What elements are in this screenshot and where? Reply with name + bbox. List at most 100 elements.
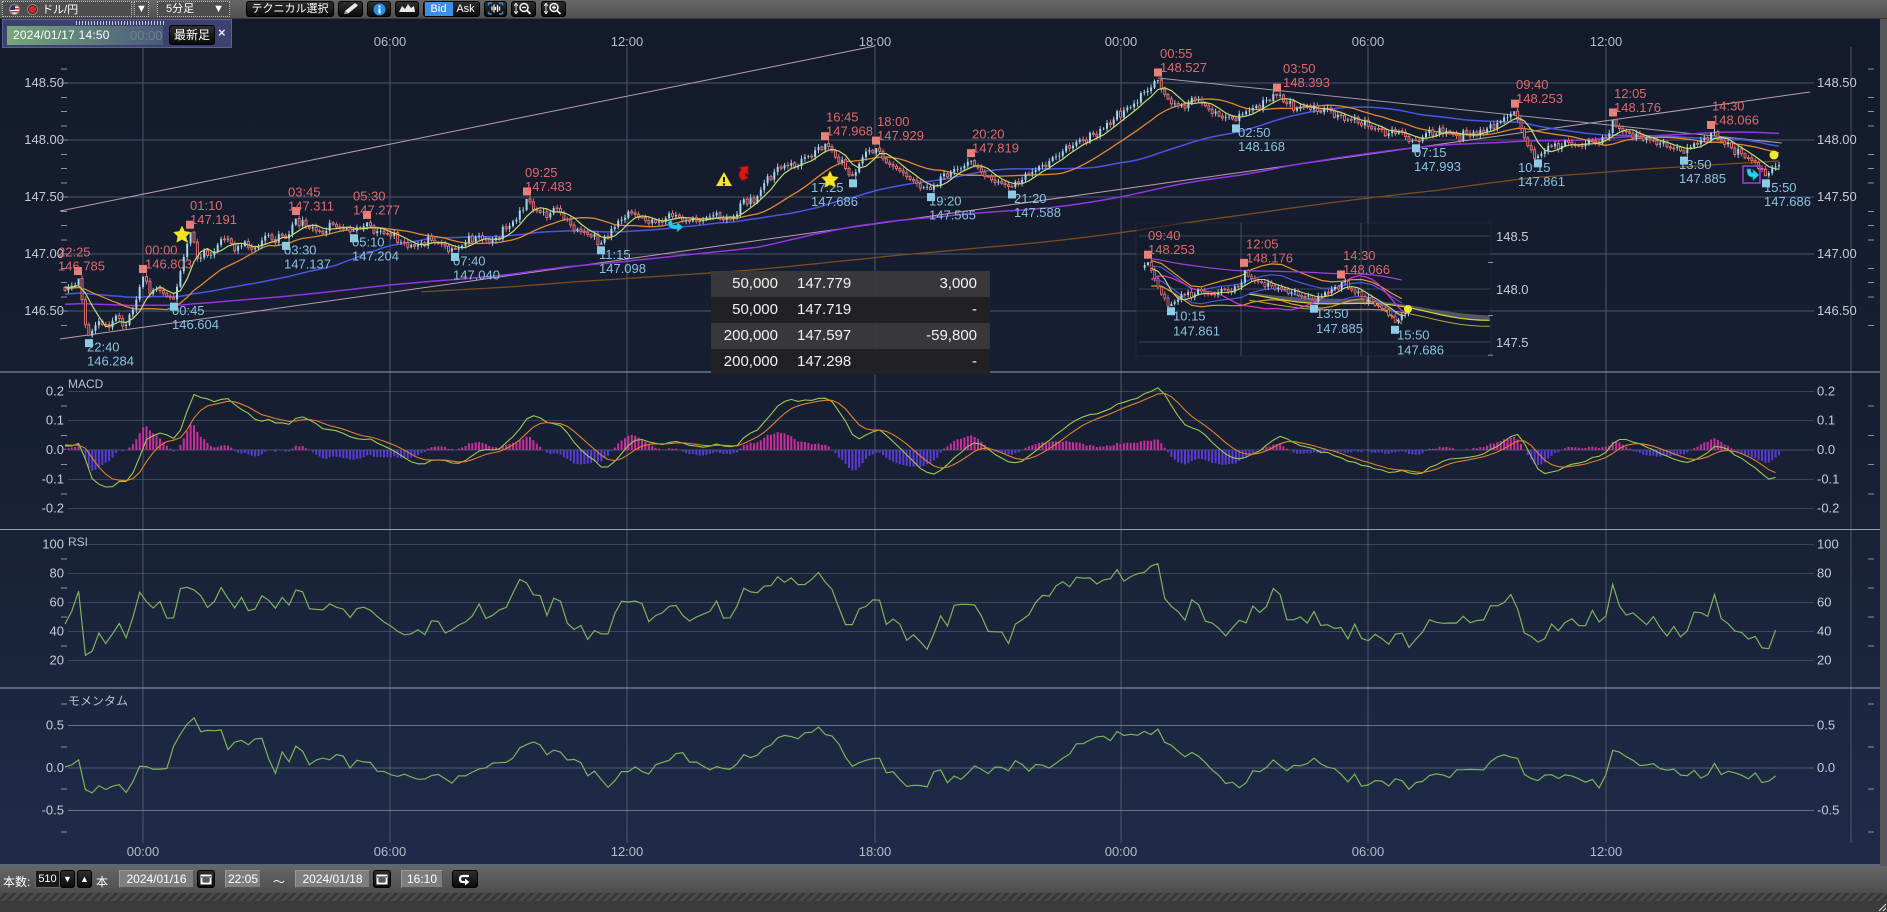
svg-text:-0.5: -0.5 [1817,803,1839,818]
svg-text:0.1: 0.1 [1817,413,1835,428]
svg-text:147.686: 147.686 [1764,194,1811,209]
svg-text:100: 100 [42,537,64,552]
svg-text:09:40: 09:40 [1516,77,1549,92]
svg-text:147.483: 147.483 [525,179,572,194]
svg-text:147.565: 147.565 [929,208,976,223]
svg-text:16:45: 16:45 [826,110,859,125]
svg-text:05:10: 05:10 [352,235,385,250]
svg-text:09:25: 09:25 [525,165,558,180]
svg-text:03:45: 03:45 [288,185,321,200]
svg-text:146.604: 146.604 [172,317,219,332]
svg-text:148.393: 148.393 [1283,75,1330,90]
svg-text:05:30: 05:30 [353,188,386,203]
svg-text:147.137: 147.137 [284,256,331,271]
svg-text:22:40: 22:40 [87,340,120,355]
svg-text:12:00: 12:00 [1590,844,1623,859]
svg-text:06:00: 06:00 [374,34,407,49]
svg-text:147.993: 147.993 [1414,159,1461,174]
svg-text:148.527: 148.527 [1160,60,1207,75]
svg-text:147.277: 147.277 [353,202,400,217]
svg-text:147.929: 147.929 [877,128,924,143]
svg-text:20: 20 [50,653,64,668]
svg-text:12:00: 12:00 [1590,34,1623,49]
svg-text:18:00: 18:00 [859,844,892,859]
svg-text:07:40: 07:40 [453,253,486,268]
svg-text:148.00: 148.00 [1817,132,1857,147]
svg-text:148.066: 148.066 [1712,112,1759,127]
svg-text:-0.2: -0.2 [42,501,64,516]
svg-text:148.253: 148.253 [1148,242,1195,257]
svg-text:00:00: 00:00 [145,242,178,257]
svg-text:40: 40 [1817,624,1831,639]
svg-text:11:15: 11:15 [599,247,631,262]
svg-text:148.176: 148.176 [1614,100,1661,115]
svg-text:80: 80 [1817,566,1831,581]
svg-text:12:05: 12:05 [1246,236,1279,251]
svg-text:148.253: 148.253 [1516,91,1563,106]
svg-text:148.0: 148.0 [1496,282,1529,297]
svg-text:10:15: 10:15 [1518,160,1551,175]
svg-text:03:50: 03:50 [1283,61,1316,76]
svg-text:13:50: 13:50 [1679,157,1712,172]
svg-text:-0.1: -0.1 [42,471,64,486]
svg-text:0.2: 0.2 [1817,383,1835,398]
svg-text:00:55: 00:55 [1160,46,1193,61]
svg-text:20:20: 20:20 [972,127,1005,142]
svg-text:40: 40 [50,624,64,639]
svg-text:14:30: 14:30 [1343,248,1376,263]
svg-text:0.0: 0.0 [46,760,64,775]
svg-text:0.5: 0.5 [1817,718,1835,733]
svg-text:0.5: 0.5 [46,718,64,733]
svg-text:146.803: 146.803 [145,256,192,271]
svg-text:12:05: 12:05 [1614,86,1647,101]
svg-text:148.50: 148.50 [24,75,64,90]
svg-text:-0.2: -0.2 [1817,501,1839,516]
svg-text:80: 80 [50,566,64,581]
svg-text:15:50: 15:50 [1764,180,1797,195]
svg-text:147.588: 147.588 [1014,205,1061,220]
svg-text:07:15: 07:15 [1414,145,1447,160]
svg-text:147.50: 147.50 [1817,189,1857,204]
svg-text:00:00: 00:00 [1105,844,1138,859]
svg-text:15:50: 15:50 [1397,327,1430,342]
svg-text:MACD: MACD [68,377,104,391]
svg-text:147.861: 147.861 [1518,174,1565,189]
svg-text:22:25: 22:25 [58,245,91,260]
svg-text:146.284: 146.284 [87,354,134,369]
svg-text:147.968: 147.968 [826,124,873,139]
svg-text:00:45: 00:45 [172,303,205,318]
svg-text:01:10: 01:10 [190,198,223,213]
svg-text:19:20: 19:20 [929,194,962,209]
svg-text:-0.1: -0.1 [1817,471,1839,486]
svg-text:146.50: 146.50 [24,303,64,318]
svg-text:21:20: 21:20 [1014,191,1047,206]
svg-text:147.861: 147.861 [1173,324,1220,339]
svg-text:148.00: 148.00 [24,132,64,147]
svg-text:RSI: RSI [68,535,88,549]
svg-text:147.191: 147.191 [190,212,237,227]
svg-text:14:30: 14:30 [1712,98,1745,113]
svg-text:148.066: 148.066 [1343,262,1390,277]
svg-text:18:00: 18:00 [877,114,910,129]
svg-text:60: 60 [50,595,64,610]
svg-text:-0.5: -0.5 [42,803,64,818]
svg-text:0.1: 0.1 [46,413,64,428]
svg-text:147.5: 147.5 [1496,335,1529,350]
svg-text:147.00: 147.00 [1817,246,1857,261]
svg-text:12:00: 12:00 [611,844,644,859]
svg-text:06:00: 06:00 [374,844,407,859]
svg-text:18:00: 18:00 [859,34,892,49]
svg-text:147.686: 147.686 [811,194,858,209]
svg-text:147.686: 147.686 [1397,342,1444,357]
svg-text:12:00: 12:00 [611,34,644,49]
svg-text:146.50: 146.50 [1817,303,1857,318]
svg-text:03:30: 03:30 [284,242,317,257]
svg-text:13:50: 13:50 [1316,306,1349,321]
svg-text:147.040: 147.040 [453,267,500,282]
svg-text:00:00: 00:00 [1105,34,1138,49]
svg-text:148.168: 148.168 [1238,139,1285,154]
svg-text:146.785: 146.785 [58,259,105,274]
svg-text:148.176: 148.176 [1246,250,1293,265]
svg-text:147.50: 147.50 [24,189,64,204]
svg-text:モメンタム: モメンタム [68,694,128,708]
